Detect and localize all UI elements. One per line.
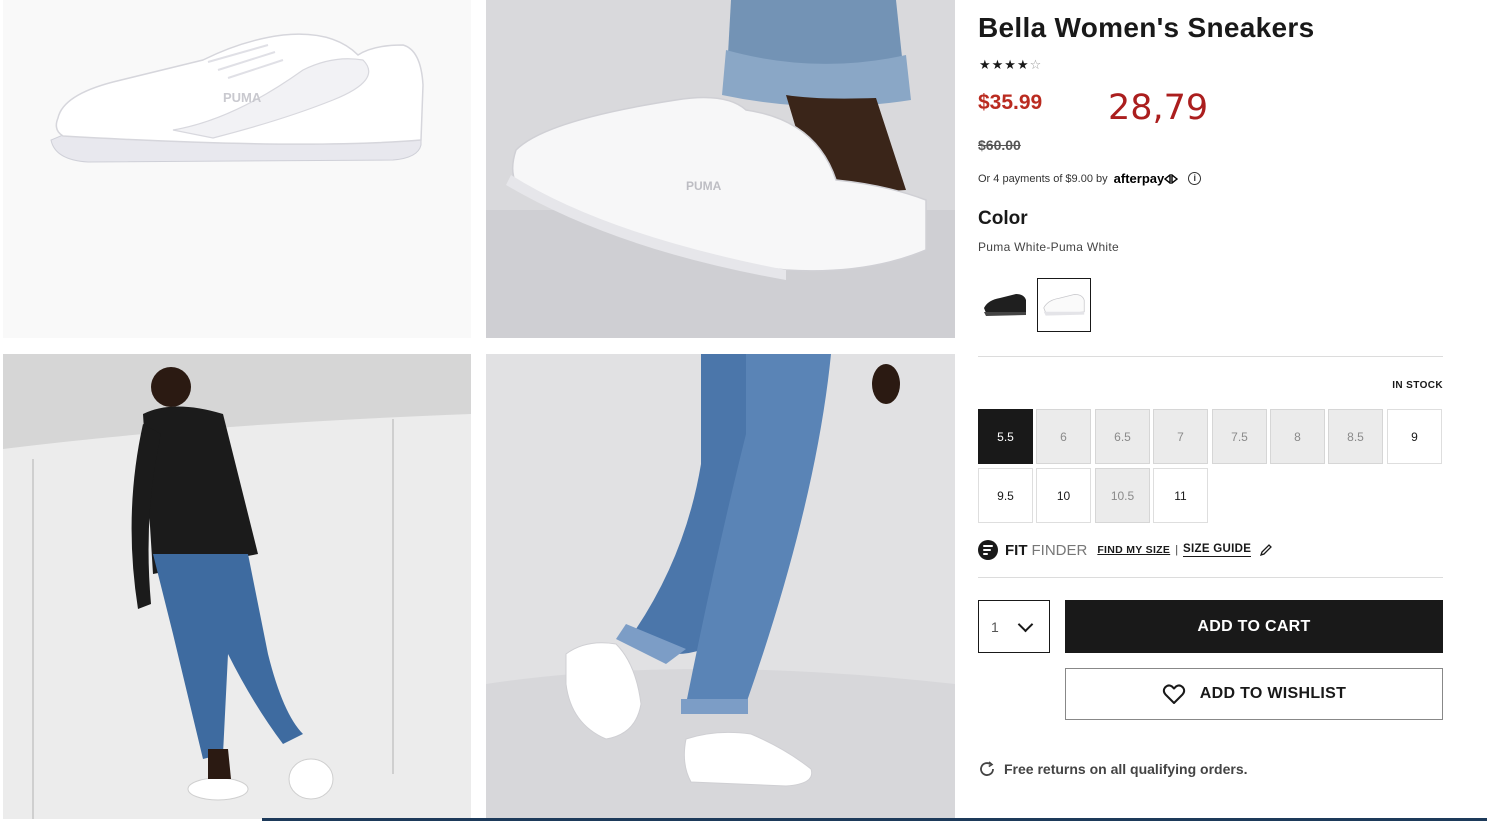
gallery-image-side-view[interactable]: PUMA (3, 0, 471, 338)
product-title: Bella Women's Sneakers (978, 12, 1315, 43)
product-gallery: PUMA PUMA (0, 0, 958, 821)
size-option[interactable]: 10 (1036, 468, 1091, 523)
gallery-image-full-look[interactable] (3, 354, 471, 819)
color-swatch-white[interactable] (1037, 278, 1091, 332)
color-swatch-black[interactable] (978, 278, 1032, 332)
white-sneaker-thumbnail (1043, 294, 1085, 316)
size-guide-link[interactable]: SIZE GUIDE (1183, 543, 1252, 557)
pencil-icon[interactable] (1259, 543, 1273, 557)
add-to-cart-button[interactable]: ADD TO CART (1065, 600, 1443, 653)
find-my-size-link[interactable]: FIND MY SIZE (1097, 544, 1170, 556)
free-returns-notice: Free returns on all qualifying orders. (978, 760, 1248, 778)
star-icon: ★★★★ (979, 57, 1030, 72)
size-option[interactable]: 7 (1153, 409, 1208, 464)
section-divider (978, 356, 1443, 357)
size-option[interactable]: 7.5 (1212, 409, 1267, 464)
heart-icon (1162, 684, 1185, 704)
sneaker-on-foot-image: PUMA (486, 0, 955, 338)
section-divider (978, 577, 1443, 578)
sneaker-side-image: PUMA (3, 0, 471, 338)
fit-finder-finder-label: FINDER (1031, 541, 1088, 559)
product-details-panel: Bella Women's Sneakers ★★★★☆ $35.99 28,7… (978, 0, 1443, 821)
rating-stars[interactable]: ★★★★☆ (979, 57, 1042, 73)
afterpay-installments: Or 4 payments of $9.00 by afterpay i (978, 171, 1202, 186)
original-price: $60.00 (978, 137, 1021, 153)
size-option[interactable]: 9 (1387, 409, 1442, 464)
afterpay-logo: afterpay (1114, 171, 1179, 186)
free-returns-text: Free returns on all qualifying orders. (1004, 761, 1248, 777)
afterpay-arrows-icon (1164, 173, 1179, 184)
gallery-image-on-foot[interactable]: PUMA (486, 0, 955, 338)
fit-finder: FIT FINDER FIND MY SIZE | SIZE GUIDE (978, 540, 1273, 560)
size-option[interactable]: 6 (1036, 409, 1091, 464)
svg-text:PUMA: PUMA (223, 90, 262, 105)
info-icon[interactable]: i (1188, 172, 1202, 185)
afterpay-brand-text: afterpay (1113, 171, 1165, 186)
stock-status: IN STOCK (1392, 380, 1443, 391)
add-to-wishlist-button[interactable]: ADD TO WISHLIST (1065, 668, 1443, 720)
converted-price: 28,79 (1108, 88, 1209, 128)
star-empty-icon: ☆ (1029, 57, 1043, 72)
fit-finder-fit-label: FIT (1005, 541, 1028, 559)
selected-color-name: Puma White-Puma White (978, 240, 1120, 254)
afterpay-text: Or 4 payments of $9.00 by (978, 172, 1108, 185)
size-option[interactable]: 6.5 (1095, 409, 1150, 464)
size-option[interactable]: 10.5 (1095, 468, 1150, 523)
size-option[interactable]: 5.5 (978, 409, 1033, 464)
add-to-wishlist-label: ADD TO WISHLIST (1199, 685, 1347, 702)
quantity-select[interactable]: 1 (978, 600, 1050, 653)
model-walking-image (486, 354, 955, 819)
sale-price: $35.99 (978, 91, 1043, 114)
size-option[interactable]: 8.5 (1328, 409, 1383, 464)
chevron-down-icon (1017, 616, 1034, 633)
gallery-image-walking[interactable] (486, 354, 955, 819)
black-sneaker-thumbnail (984, 294, 1026, 316)
size-option[interactable]: 11 (1153, 468, 1208, 523)
refresh-icon (980, 761, 994, 776)
size-option[interactable]: 8 (1270, 409, 1325, 464)
link-separator: | (1175, 544, 1179, 556)
size-option[interactable]: 9.5 (978, 468, 1033, 523)
color-heading: Color (978, 208, 1028, 229)
fit-finder-logo-icon (978, 540, 998, 560)
svg-text:PUMA: PUMA (686, 179, 722, 193)
quantity-value: 1 (991, 618, 999, 635)
model-full-body-image (3, 354, 471, 819)
